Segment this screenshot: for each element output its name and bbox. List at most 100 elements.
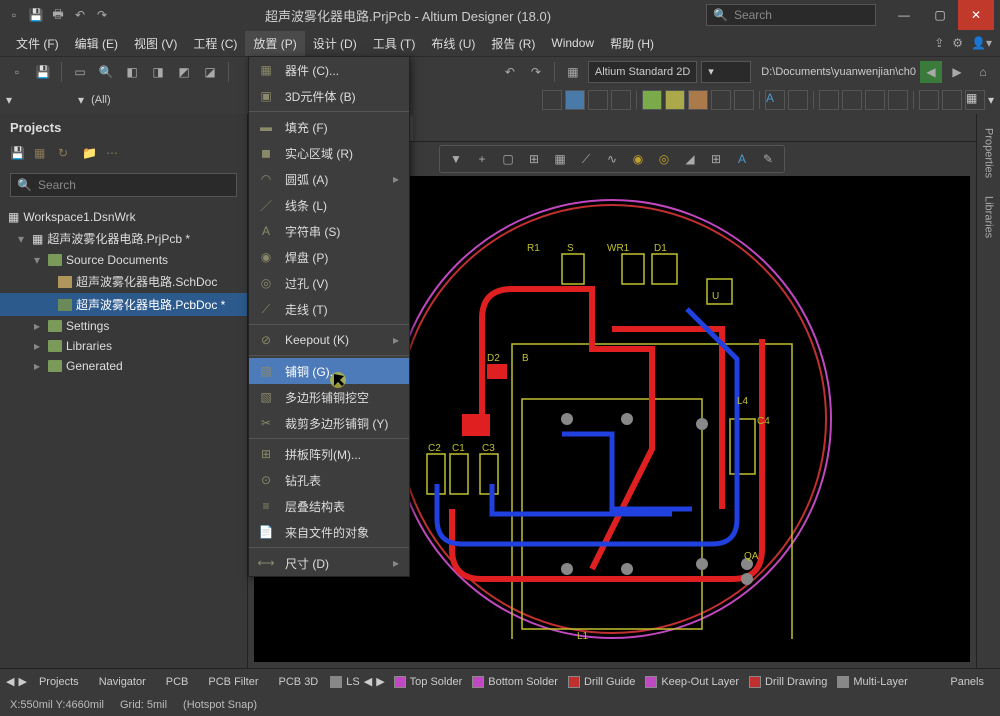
share-icon[interactable]: ⇪ [934,36,944,50]
text-icon[interactable]: A [732,149,752,169]
line-icon[interactable]: ∿ [602,149,622,169]
compile-icon[interactable]: ▦ [34,146,52,164]
draw-icon[interactable]: ✎ [758,149,778,169]
tb-home-icon[interactable]: ⌂ [972,61,994,83]
nav-prev-icon[interactable]: ◀ [364,675,372,688]
menu-item[interactable]: ◉焊盘 (P) [249,244,409,270]
layer-item[interactable]: Bottom Solder [467,676,563,688]
tb-tool-icon[interactable]: ◪ [199,61,221,83]
via-icon[interactable]: ◎ [654,149,674,169]
tb-nav-fwd-icon[interactable]: ▶ [946,61,968,83]
menu-item[interactable]: ▦器件 (C)... [249,57,409,83]
tb-icon[interactable] [542,90,562,110]
menu-item[interactable]: ◠圆弧 (A)▸ [249,166,409,192]
tb-open-icon[interactable]: ▭ [69,61,91,83]
menu-item[interactable]: 📄来自文件的对象 [249,519,409,545]
select-icon[interactable]: ▢ [498,149,518,169]
menu-help[interactable]: 帮助 (H) [602,31,662,56]
menu-item[interactable]: ▣3D元件体 (B) [249,83,409,109]
tree-project[interactable]: ▾ ▦ 超声波雾化器电路.PrjPcb * [0,227,247,250]
view-mode-select[interactable]: Altium Standard 2D [588,61,697,83]
dd1[interactable]: ▾ [6,93,12,107]
menu-item[interactable]: ⟷尺寸 (D)▸ [249,550,409,576]
menu-item[interactable]: ⟋走线 (T) [249,296,409,322]
tb-save-icon[interactable]: 💾 [32,61,54,83]
menu-project[interactable]: 工程 (C) [185,31,245,56]
folder-icon[interactable]: 📁 [82,146,100,164]
tb-grid-icon[interactable]: ▦ [965,90,985,110]
redo-icon[interactable]: ↷ [94,7,110,23]
btab-projects[interactable]: Projects [31,673,87,691]
component-icon[interactable]: ▦ [550,149,570,169]
menu-tools[interactable]: 工具 (T) [365,31,424,56]
tb-zoom-icon[interactable]: 🔍 [95,61,117,83]
tb-icon[interactable] [888,90,908,110]
swatch[interactable] [330,676,342,688]
options-icon[interactable]: ⋯ [106,146,124,164]
btab-pcb[interactable]: PCB [158,673,197,691]
save-icon[interactable]: 💾 [10,146,28,164]
menu-item[interactable]: ▨铺铜 (G)... [249,358,409,384]
dd3[interactable]: ▾ [988,93,994,107]
tb-icon[interactable] [565,90,585,110]
nav-next-icon[interactable]: ▶ [376,675,384,688]
projects-search[interactable]: 🔍 Search [10,173,237,197]
nav-prev-icon[interactable]: ◀ [6,675,14,688]
dim-icon[interactable]: ⊞ [706,149,726,169]
layer-item[interactable]: Multi-Layer [832,676,912,688]
dd2[interactable]: ▾ [78,93,84,107]
tb-icon[interactable] [842,90,862,110]
menu-item[interactable]: ⊞拼板阵列(M)... [249,441,409,467]
menu-edit[interactable]: 编辑 (E) [67,31,126,56]
menu-item[interactable]: ✂裁剪多边形铺铜 (Y) [249,410,409,436]
filter-icon[interactable]: ▼ [446,149,466,169]
route-icon[interactable]: ⟋ [576,149,596,169]
tree-libraries[interactable]: ▸ Libraries [0,336,247,356]
tree-folder[interactable]: ▾ Source Documents [0,250,247,270]
layer-item[interactable]: Drill Guide [563,676,640,688]
menu-item[interactable]: A字符串 (S) [249,218,409,244]
menu-item[interactable]: ⊘Keepout (K)▸ [249,327,409,353]
tb-tool-icon[interactable]: ◨ [147,61,169,83]
menu-item[interactable]: ◎过孔 (V) [249,270,409,296]
gear-icon[interactable]: ⚙ [952,36,963,50]
menu-item[interactable]: ⊙钻孔表 [249,467,409,493]
menu-file[interactable]: 文件 (F) [8,31,67,56]
tree-workspace[interactable]: ▦ Workspace1.DsnWrk [0,207,247,227]
print-icon[interactable]: 🖶 [50,7,66,23]
tb-nav-back-icon[interactable]: ◀ [920,61,942,83]
tb-redo-icon[interactable]: ↷ [525,61,547,83]
close-button[interactable]: ✕ [958,0,994,30]
tree-generated[interactable]: ▸ Generated [0,356,247,376]
user-icon[interactable]: 👤▾ [971,36,992,50]
tb-new-icon[interactable]: ▫ [6,61,28,83]
tb-icon[interactable] [919,90,939,110]
tb-icon[interactable] [665,90,685,110]
tree-settings[interactable]: ▸ Settings [0,316,247,336]
global-search[interactable]: 🔍 Search [706,4,876,26]
undo-icon[interactable]: ↶ [72,7,88,23]
menu-reports[interactable]: 报告 (R) [483,31,543,56]
save-icon[interactable]: 💾 [28,7,44,23]
tb-icon[interactable] [588,90,608,110]
view-mode-dd[interactable]: ▾ [701,61,751,83]
new-icon[interactable]: ▫ [6,7,22,23]
tb-icon[interactable] [611,90,631,110]
tb-icon[interactable] [642,90,662,110]
align-icon[interactable]: ⊞ [524,149,544,169]
tb-icon[interactable] [788,90,808,110]
tb-undo-icon[interactable]: ↶ [499,61,521,83]
tb-icon[interactable] [865,90,885,110]
tb-icon[interactable] [942,90,962,110]
tab-libraries[interactable]: Libraries [981,192,997,242]
tb-icon[interactable] [734,90,754,110]
layer-item[interactable]: Drill Drawing [744,676,832,688]
maximize-button[interactable]: ▢ [922,0,958,30]
btab-pcb3d[interactable]: PCB 3D [271,673,327,691]
panels-button[interactable]: Panels [940,673,994,691]
pad-icon[interactable]: ◉ [628,149,648,169]
place-via-icon[interactable]: + [472,149,492,169]
menu-design[interactable]: 设计 (D) [305,31,365,56]
layer-item[interactable]: Keep-Out Layer [640,676,744,688]
tb-icon[interactable] [711,90,731,110]
